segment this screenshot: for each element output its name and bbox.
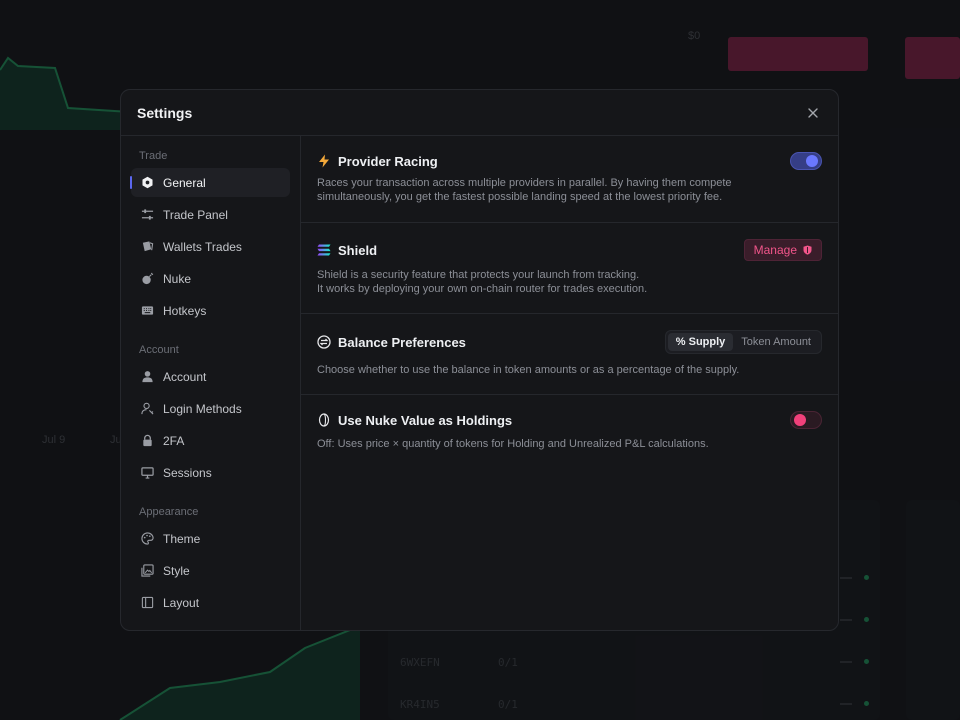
section-header: Use Nuke Value as Holdings [317, 411, 822, 429]
section-title: Balance Preferences [317, 335, 466, 350]
close-button[interactable] [804, 104, 822, 122]
balance-preferences-description: Choose whether to use the balance in tok… [317, 364, 740, 376]
sidebar-item-login-methods[interactable]: Login Methods [131, 394, 290, 423]
balance-option-token-amount[interactable]: Token Amount [733, 333, 819, 351]
modal-header: Settings [121, 90, 838, 136]
nuke-value-description: Off: Uses price × quantity of tokens for… [317, 438, 709, 450]
sidebar-item-nuke[interactable]: Nuke [131, 264, 290, 293]
sidebar-item-label: Nuke [163, 271, 192, 286]
provider-racing-description: Races your transaction across multiple p… [317, 177, 732, 203]
sidebar-group-label-trade: Trade [139, 150, 168, 162]
user-key-icon [141, 402, 154, 415]
bomb-icon [141, 272, 154, 285]
wallet-cards-icon [141, 240, 154, 253]
sidebar-item-label: Account [163, 369, 207, 384]
sidebar-item-trade-panel[interactable]: Trade Panel [131, 200, 290, 229]
sidebar-item-general[interactable]: General [130, 168, 290, 197]
lock-icon [141, 434, 154, 447]
monitor-icon [141, 466, 154, 479]
balance-option-supply[interactable]: % Supply [667, 333, 734, 351]
section-title: Shield [317, 243, 377, 258]
provider-racing-title: Provider Racing [338, 153, 438, 169]
layout-sidebar-icon [141, 596, 154, 609]
sidebar-item-label: Style [163, 563, 190, 578]
toggle-knob [794, 414, 806, 426]
shield-icon [803, 245, 812, 255]
solana-stack-icon [317, 243, 331, 257]
sidebar-item-wallets-trades[interactable]: Wallets Trades [131, 232, 290, 261]
section-header: Balance Preferences % Supply Token Amoun… [317, 330, 822, 354]
sidebar-item-label: Trade Panel [163, 207, 228, 222]
sidebar-item-label: 2FA [163, 433, 185, 448]
sidebar-item-label: Sessions [163, 465, 212, 480]
modal-title: Settings [137, 104, 193, 121]
nuke-value-title: Use Nuke Value as Holdings [338, 412, 513, 428]
provider-racing-toggle[interactable] [790, 152, 822, 170]
balance-swap-icon [317, 335, 331, 349]
sidebar-item-label: Wallets Trades [163, 239, 242, 254]
settings-modal: Settings Trade General Trade Panel Walle… [120, 89, 839, 631]
section-provider-racing: Provider Racing Races your transaction a… [301, 136, 838, 223]
shield-description-line1: Shield is a security feature that protec… [317, 269, 640, 281]
balance-mode-segmented-control: % Supply Token Amount [664, 330, 822, 354]
sidebar-item-hotkeys[interactable]: Hotkeys [131, 296, 290, 325]
sidebar-item-account[interactable]: Account [131, 362, 290, 391]
toggle-knob [806, 155, 818, 167]
section-header: Provider Racing [317, 152, 822, 170]
section-shield: Shield Manage Shield is a security featu… [301, 223, 838, 314]
close-icon [808, 107, 818, 118]
hexagon-gear-icon [141, 176, 154, 189]
sliders-icon [141, 208, 154, 221]
palette-icon [141, 532, 154, 545]
section-balance-preferences: Balance Preferences % Supply Token Amoun… [301, 314, 838, 395]
sidebar-item-layout[interactable]: Layout [131, 588, 290, 617]
keyboard-icon [141, 304, 154, 317]
sidebar-item-label: Theme [163, 531, 201, 546]
image-style-icon [141, 564, 154, 577]
balance-preferences-title: Balance Preferences [338, 334, 466, 350]
sidebar-item-style[interactable]: Style [131, 556, 290, 585]
sidebar-item-theme[interactable]: Theme [131, 524, 290, 553]
coin-icon [317, 413, 331, 427]
section-title: Use Nuke Value as Holdings [317, 413, 512, 428]
sidebar-item-2fa[interactable]: 2FA [131, 426, 290, 455]
shield-description-line2: It works by deploying your own on-chain … [317, 283, 648, 295]
lightning-icon [317, 154, 331, 168]
sidebar-group-label-account: Account [139, 344, 179, 356]
user-icon [141, 370, 154, 383]
sidebar-item-label: Layout [163, 595, 200, 610]
sidebar-item-label: Login Methods [163, 401, 242, 416]
section-title: Provider Racing [317, 154, 438, 169]
settings-content: Provider Racing Races your transaction a… [301, 136, 838, 630]
sidebar-group-label-appearance: Appearance [139, 506, 199, 518]
section-header: Shield Manage [317, 239, 822, 261]
nuke-value-toggle[interactable] [790, 411, 822, 429]
settings-sidebar: Trade General Trade Panel Wallets Trades [121, 136, 301, 630]
modal-body: Trade General Trade Panel Wallets Trades [121, 136, 838, 630]
manage-button-label: Manage [753, 243, 797, 257]
shield-title: Shield [338, 242, 378, 258]
shield-manage-button[interactable]: Manage [743, 239, 822, 261]
section-nuke-value: Use Nuke Value as Holdings Off: Uses pri… [301, 395, 838, 451]
sidebar-item-label: General [163, 175, 206, 190]
sidebar-item-label: Hotkeys [163, 303, 207, 318]
sidebar-item-sessions[interactable]: Sessions [131, 458, 290, 487]
